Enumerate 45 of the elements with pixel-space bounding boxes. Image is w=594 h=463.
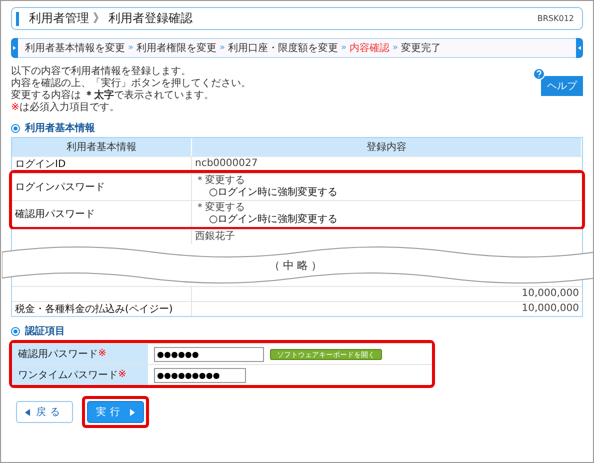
instruction-text: 内容を確認の上、「実行」ボタンを押してください。: [11, 78, 251, 89]
execute-button[interactable]: 実行: [87, 401, 144, 423]
required-mark: ※: [11, 102, 20, 114]
row-label: 税金・各種料金の払込み(ペイジー): [12, 302, 192, 316]
row-value: 10,000,000: [520, 303, 579, 315]
screen-id: BRSK012: [537, 14, 574, 23]
instruction-text: 以下の内容で利用者情報を登録します。: [11, 66, 192, 78]
row-value: 西銀花子: [195, 231, 236, 243]
row-label: ログインID: [12, 157, 192, 171]
row-value: 10,000,000: [520, 288, 579, 300]
password-field[interactable]: ●●●●●●●●●: [154, 368, 246, 382]
step-label: 利用者権限を変更: [136, 42, 217, 55]
step-separator: »: [128, 43, 134, 53]
step-label: 内容確認: [350, 42, 390, 55]
step-separator: »: [220, 43, 226, 53]
radio-bullet-icon: [11, 326, 20, 336]
back-button[interactable]: 戻る: [16, 401, 73, 423]
row-label: ログインパスワード: [12, 174, 192, 200]
step-label: 利用口座・限度額を変更: [228, 42, 338, 55]
question-icon: [533, 68, 545, 80]
section-title: 認証項目: [25, 324, 65, 338]
omission-text: （中略）: [269, 258, 325, 272]
field-label: ワンタイムパスワード※: [12, 365, 148, 385]
instruction-text: は必須入力項目です。: [19, 102, 120, 114]
row-value: ＊変更する: [195, 202, 246, 214]
right-triangle-icon: [130, 408, 135, 416]
radio-bullet-icon: [11, 124, 20, 132]
row-sub-value: ○ログイン時に強制変更する: [208, 187, 339, 199]
step-label: 変更完了: [401, 42, 442, 55]
row-value: ncb0000027: [195, 158, 259, 170]
step-separator: »: [392, 43, 398, 53]
step-label: 利用者基本情報を変更: [25, 42, 125, 55]
row-value: ＊変更する: [195, 175, 246, 187]
column-header: 利用者基本情報: [12, 138, 192, 156]
step-separator: »: [341, 43, 347, 53]
field-label: 確認用パスワード※: [12, 344, 148, 364]
page-title: 利用者管理 》 利用者登録確認: [29, 10, 194, 27]
help-button[interactable]: ヘルプ: [541, 76, 583, 96]
left-triangle-icon: [25, 408, 30, 416]
column-header: 登録内容: [192, 138, 582, 156]
password-field[interactable]: ●●●●●●: [154, 346, 264, 362]
section-title: 利用者基本情報: [25, 122, 95, 135]
row-sub-value: ○ログイン時に強制変更する: [208, 214, 339, 226]
instruction-text: 変更する内容は ＊太字で表示されています。: [11, 90, 216, 102]
row-label: 確認用パスワード: [12, 201, 192, 227]
